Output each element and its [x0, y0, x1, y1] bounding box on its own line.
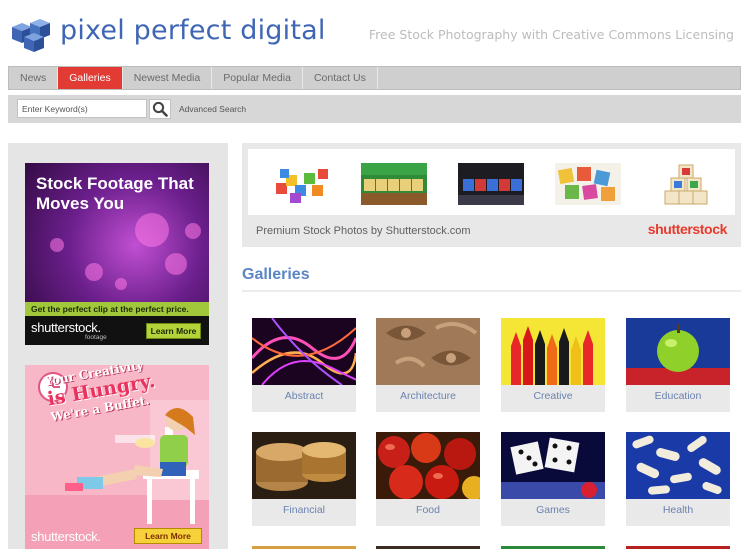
promo-thumb-letter-blocks-pile[interactable] — [268, 163, 334, 205]
advanced-search-link[interactable]: Advanced Search — [179, 104, 246, 114]
bokeh-light — [50, 238, 64, 252]
gallery-thumb-abstract — [252, 318, 356, 385]
gallery-thumb-games — [501, 432, 605, 499]
bokeh-light — [135, 213, 169, 247]
gallery-thumb-education — [626, 318, 730, 385]
tab-galleries[interactable]: Galleries — [58, 67, 123, 89]
gallery-thumb-creative — [501, 318, 605, 385]
shutterstock-logo[interactable]: shutterstock — [648, 221, 728, 237]
shutterstock-logo: shutterstock. — [31, 529, 101, 544]
tab-news[interactable]: News — [9, 67, 59, 89]
shutterstock-footage-sub: footage — [85, 334, 107, 341]
bokeh-light — [115, 278, 127, 290]
shutterstock-logo: shutterstock. — [31, 320, 101, 335]
gallery-card-architecture[interactable]: Architecture — [376, 318, 480, 412]
ad-stock-footage[interactable]: Stock Footage That Moves You Get the per… — [25, 163, 209, 345]
search-bar: Advanced Search — [8, 95, 741, 123]
site-header: pixel perfect digital Free Stock Photogr… — [0, 0, 750, 64]
gallery-label: Creative — [533, 390, 573, 402]
search-input[interactable] — [17, 99, 147, 118]
gallery-card-education[interactable]: Education — [626, 318, 730, 412]
promo-caption[interactable]: Premium Stock Photos by Shutterstock.com — [256, 225, 471, 237]
learn-more-button[interactable]: Learn More — [134, 528, 202, 544]
main-nav: News Galleries Newest Media Popular Medi… — [8, 66, 741, 90]
page: pixel perfect digital Free Stock Photogr… — [0, 0, 750, 549]
bokeh-light — [165, 253, 187, 275]
promo-thumb-learn-blocks-green[interactable] — [361, 163, 427, 205]
promo-thumb-abc-blocks-stack[interactable] — [653, 163, 719, 205]
gallery-thumb-health — [626, 432, 730, 499]
gallery-label: Abstract — [284, 390, 324, 402]
ad-footage-tagline: Get the perfect clip at the perfect pric… — [25, 302, 209, 316]
galleries-heading: Galleries — [242, 266, 310, 283]
tab-newest-media[interactable]: Newest Media — [123, 67, 213, 89]
gallery-thumb-food — [376, 432, 480, 499]
gallery-card-creative[interactable]: Creative — [501, 318, 605, 412]
promo-thumb-abc-blocks-scattered[interactable] — [555, 163, 621, 205]
gallery-card-abstract[interactable]: Abstract — [252, 318, 356, 412]
gallery-card-financial[interactable]: Financial — [252, 432, 356, 526]
gallery-label: Architecture — [399, 390, 457, 402]
search-icon — [152, 101, 168, 117]
gallery-label: Financial — [282, 504, 326, 516]
gallery-card-games[interactable]: Games — [501, 432, 605, 526]
learn-more-button[interactable]: Learn More — [146, 323, 201, 339]
gallery-label: Education — [654, 390, 702, 402]
tab-popular-media[interactable]: Popular Media — [212, 67, 303, 89]
tab-contact-us[interactable]: Contact Us — [303, 67, 378, 89]
left-sidebar: Stock Footage That Moves You Get the per… — [8, 143, 228, 549]
gallery-label: Games — [536, 504, 570, 516]
site-logo-text[interactable]: pixel perfect digital — [60, 15, 326, 46]
gallery-card-food[interactable]: Food — [376, 432, 480, 526]
galleries-divider — [242, 290, 741, 292]
search-button[interactable] — [149, 99, 171, 119]
site-tagline: Free Stock Photography with Creative Com… — [368, 27, 734, 42]
ad-footage-footer: shutterstock. footage Learn More — [25, 316, 209, 345]
logo-cubes-icon[interactable] — [8, 17, 56, 53]
shutterstock-promo: Premium Stock Photos by Shutterstock.com… — [242, 143, 741, 247]
gallery-card-health[interactable]: Health — [626, 432, 730, 526]
gallery-thumb-architecture — [376, 318, 480, 385]
bokeh-light — [85, 263, 103, 281]
gallery-label: Food — [416, 504, 440, 516]
promo-thumb-learn-blocks-dark[interactable] — [458, 163, 524, 205]
bokeh-light — [185, 223, 201, 239]
gallery-thumb-financial — [252, 432, 356, 499]
promo-thumbnail-strip — [248, 149, 735, 215]
ad-creative-hungry[interactable]: Your Creativity is Hungry. We're a Buffe… — [25, 365, 209, 549]
gallery-label: Health — [662, 504, 694, 516]
ad-footage-headline: Stock Footage That Moves You — [36, 174, 194, 213]
